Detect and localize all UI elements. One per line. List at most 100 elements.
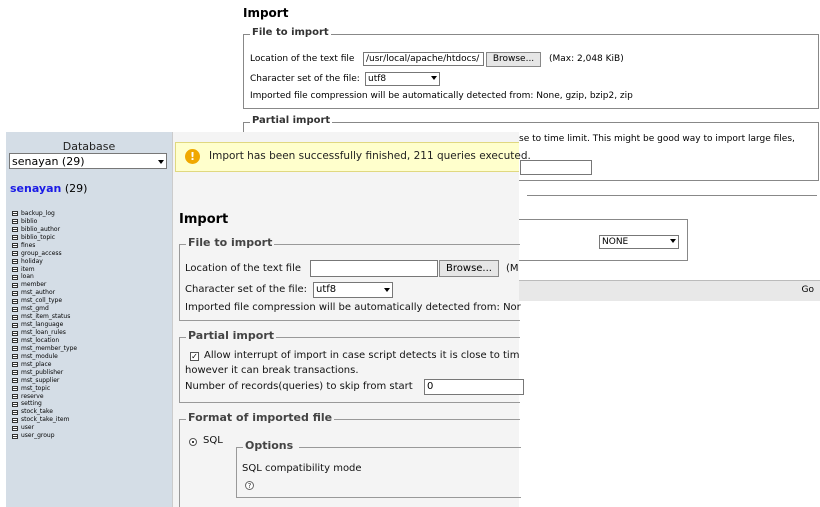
fieldset-legend: File to import: [186, 236, 275, 249]
table-icon: [12, 362, 18, 368]
chevron-down-icon: [670, 239, 676, 243]
database-name-link[interactable]: senayan: [10, 182, 61, 195]
database-select-value: senayan (29): [12, 155, 85, 168]
table-list-item[interactable]: mst_gmd: [12, 305, 77, 313]
chevron-down-icon: [431, 76, 437, 80]
table-icon: [12, 370, 18, 376]
table-list-item[interactable]: mst_place: [12, 361, 77, 369]
table-icon: [12, 219, 18, 225]
table-icon: [12, 298, 18, 304]
table-name: mst_supplier: [21, 376, 60, 384]
fieldset-legend: Partial import: [186, 329, 277, 342]
max-size-note: (M: [506, 263, 519, 274]
table-list-item[interactable]: user: [12, 424, 77, 432]
table-list-item[interactable]: biblio_author: [12, 226, 77, 234]
skip-input[interactable]: [520, 160, 592, 175]
compat-mode-label: SQL compatibility mode: [242, 463, 362, 474]
foreground-import-window: ! Import has been successfully finished,…: [172, 132, 531, 507]
table-icon: [12, 378, 18, 384]
charset-label: Character set of the file:: [250, 74, 360, 84]
location-label: Location of the text file: [250, 54, 355, 64]
table-name: user: [21, 424, 35, 432]
table-list-item[interactable]: holiday: [12, 258, 77, 266]
table-list-item[interactable]: group_access: [12, 250, 77, 258]
table-icon: [12, 274, 18, 280]
charset-select[interactable]: utf8: [365, 72, 440, 86]
browse-button[interactable]: Browse...: [486, 52, 541, 67]
table-name: mst_gmd: [21, 305, 49, 313]
table-icon: [12, 290, 18, 296]
skip-input[interactable]: 0: [424, 379, 524, 395]
table-name: member: [21, 281, 47, 289]
info-icon: !: [185, 149, 200, 164]
table-icon: [12, 425, 18, 431]
table-name: biblio: [21, 217, 38, 225]
success-message: Import has been successfully finished, 2…: [209, 150, 531, 162]
compression-note: Imported file compression will be automa…: [250, 91, 633, 101]
table-list-item[interactable]: mst_member_type: [12, 345, 77, 353]
charset-label: Character set of the file:: [185, 284, 308, 295]
file-path-input[interactable]: /usr/local/apache/htdocs/: [363, 52, 484, 66]
table-name: mst_language: [21, 321, 64, 329]
table-icon: [12, 243, 18, 249]
table-name: biblio_topic: [21, 233, 56, 241]
partial-import-text: se to time limit. This might be good way…: [519, 134, 795, 144]
help-icon[interactable]: ?: [245, 481, 254, 490]
table-name: mst_coll_type: [21, 297, 63, 305]
database-select[interactable]: senayan (29): [9, 153, 167, 169]
table-list-item[interactable]: member: [12, 281, 77, 289]
table-list-item[interactable]: mst_location: [12, 337, 77, 345]
max-size-note: (Max: 2,048 KiB): [549, 54, 624, 64]
fieldset-legend: Partial import: [250, 115, 333, 126]
database-name[interactable]: senayan (29): [10, 182, 87, 195]
table-icon: [12, 259, 18, 265]
fieldset-legend: File to import: [250, 27, 331, 38]
table-icon: [12, 386, 18, 392]
table-list-item[interactable]: mst_language: [12, 321, 77, 329]
table-list-item[interactable]: biblio: [12, 218, 77, 226]
table-name: mst_place: [21, 360, 52, 368]
allow-interrupt-checkbox[interactable]: ✓: [190, 352, 199, 361]
table-list-item[interactable]: setting: [12, 400, 77, 409]
success-notice: ! Import has been successfully finished,…: [175, 142, 531, 172]
table-list-item[interactable]: stock_take: [12, 408, 77, 416]
table-list-item[interactable]: mst_author: [12, 289, 77, 297]
chevron-down-icon: [158, 160, 164, 164]
table-list-item[interactable]: mst_coll_type: [12, 297, 77, 305]
compat-mode-select[interactable]: NONE: [599, 235, 679, 249]
table-icon: [12, 346, 18, 352]
file-to-import-fieldset: File to import Location of the text file…: [179, 236, 521, 321]
table-list-item[interactable]: mst_item_status: [12, 313, 77, 321]
table-icon: [12, 306, 18, 312]
table-list-item[interactable]: user_group: [12, 432, 77, 440]
table-name: reserve: [21, 392, 44, 400]
table-list-item[interactable]: stock_take_item: [12, 416, 77, 424]
table-list-item[interactable]: loan: [12, 273, 77, 282]
table-icon: [12, 330, 18, 336]
table-list-item[interactable]: mst_topic: [12, 385, 77, 393]
chevron-down-icon: [384, 288, 390, 292]
charset-select-value: utf8: [316, 284, 337, 295]
table-list-item[interactable]: mst_module: [12, 353, 77, 361]
table-list-item[interactable]: reserve: [12, 393, 77, 401]
table-list-item[interactable]: item: [12, 266, 77, 274]
table-name: mst_item_status: [21, 313, 71, 321]
table-list-item[interactable]: mst_loan_rules: [12, 329, 77, 337]
fieldset-legend: Options: [243, 439, 296, 452]
table-name: item: [21, 265, 35, 273]
browse-button[interactable]: Browse...: [439, 260, 499, 277]
compat-mode-value: NONE: [602, 237, 629, 247]
sql-label: SQL: [203, 435, 223, 446]
table-list-item[interactable]: mst_supplier: [12, 377, 77, 385]
table-list-item[interactable]: biblio_topic: [12, 234, 77, 242]
sql-radio[interactable]: [189, 438, 197, 446]
table-list-item[interactable]: mst_publisher: [12, 369, 77, 377]
go-button[interactable]: Go: [802, 285, 814, 295]
table-list-item[interactable]: fines: [12, 242, 77, 250]
file-path-input[interactable]: [310, 260, 438, 277]
table-name: mst_module: [21, 352, 58, 360]
table-list-item[interactable]: backup_log: [12, 210, 77, 218]
table-name: mst_author: [21, 289, 56, 297]
break-transactions-note: however it can break transactions.: [185, 365, 359, 376]
charset-select[interactable]: utf8: [313, 282, 393, 298]
